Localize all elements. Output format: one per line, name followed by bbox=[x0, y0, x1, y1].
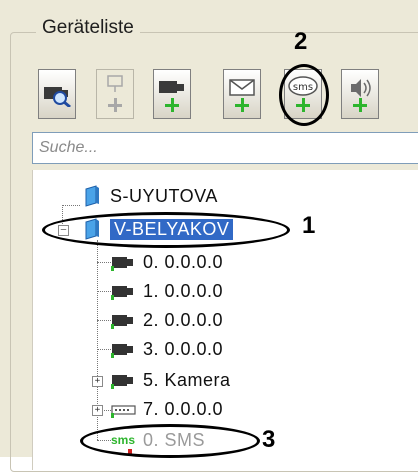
annotation-number: 1 bbox=[302, 212, 316, 239]
tree-node-label: 5. Kamera bbox=[143, 369, 231, 390]
add-network-button[interactable] bbox=[96, 69, 134, 119]
io-board-icon bbox=[111, 405, 136, 418]
plus-icon bbox=[165, 98, 179, 112]
tree-node-label: 3. 0.0.0.0 bbox=[143, 338, 224, 359]
tree-connector bbox=[97, 349, 111, 350]
mail-add-icon bbox=[229, 79, 255, 96]
plus-icon bbox=[235, 98, 249, 112]
expand-toggle[interactable]: + bbox=[92, 376, 103, 387]
annotation-number: 3 bbox=[262, 426, 276, 453]
expand-toggle[interactable]: + bbox=[92, 405, 103, 416]
tree-node-label: S-UYUTOVA bbox=[110, 185, 218, 206]
plus-icon bbox=[108, 98, 122, 112]
tree-node-camera[interactable]: 0. 0.0.0.0 bbox=[111, 249, 223, 275]
annotation-number: 2 bbox=[294, 28, 308, 55]
tree-connector bbox=[62, 205, 80, 206]
tree-connector bbox=[97, 291, 111, 292]
plus-icon bbox=[353, 98, 367, 112]
tree-connector bbox=[97, 262, 111, 263]
camera-search-icon bbox=[44, 87, 71, 107]
camera-icon bbox=[111, 286, 133, 300]
annotation-oval bbox=[279, 64, 329, 126]
add-mail-button[interactable] bbox=[223, 69, 261, 119]
camera-add-icon bbox=[159, 81, 184, 93]
tree-node-camera[interactable]: 1. 0.0.0.0 bbox=[111, 278, 223, 304]
camera-search-button[interactable] bbox=[38, 69, 76, 119]
tree-connector bbox=[97, 320, 111, 321]
annotation-oval bbox=[80, 424, 260, 458]
tree-node-io-board[interactable]: 7. 0.0.0.0 bbox=[111, 396, 223, 422]
camera-icon bbox=[111, 375, 133, 389]
tree-node-label: 0. 0.0.0.0 bbox=[143, 251, 224, 272]
camera-icon bbox=[111, 315, 133, 329]
tree-node-camera[interactable]: 2. 0.0.0.0 bbox=[111, 307, 223, 333]
device-list-panel: Geräteliste sms Suche... S-UYUTOVA – V-B… bbox=[0, 0, 418, 472]
camera-icon bbox=[111, 257, 133, 271]
tree-node-camera[interactable]: 5. Kamera bbox=[111, 367, 231, 393]
tree-node-label: 1. 0.0.0.0 bbox=[143, 280, 224, 301]
add-speaker-button[interactable] bbox=[341, 69, 379, 119]
tree-node-camera[interactable]: 3. 0.0.0.0 bbox=[111, 336, 223, 362]
tree-node-label: 7. 0.0.0.0 bbox=[143, 398, 224, 419]
computer-icon bbox=[85, 185, 99, 207]
speaker-add-icon bbox=[351, 79, 371, 97]
search-input[interactable] bbox=[33, 133, 418, 163]
tree-node-label: 2. 0.0.0.0 bbox=[143, 309, 224, 330]
search-box[interactable] bbox=[32, 132, 418, 164]
tree-node-computer[interactable]: S-UYUTOVA bbox=[80, 183, 218, 209]
camera-icon bbox=[111, 344, 133, 358]
add-camera-button[interactable] bbox=[153, 69, 191, 119]
annotation-oval bbox=[42, 212, 290, 248]
group-title: Geräteliste bbox=[36, 17, 140, 39]
